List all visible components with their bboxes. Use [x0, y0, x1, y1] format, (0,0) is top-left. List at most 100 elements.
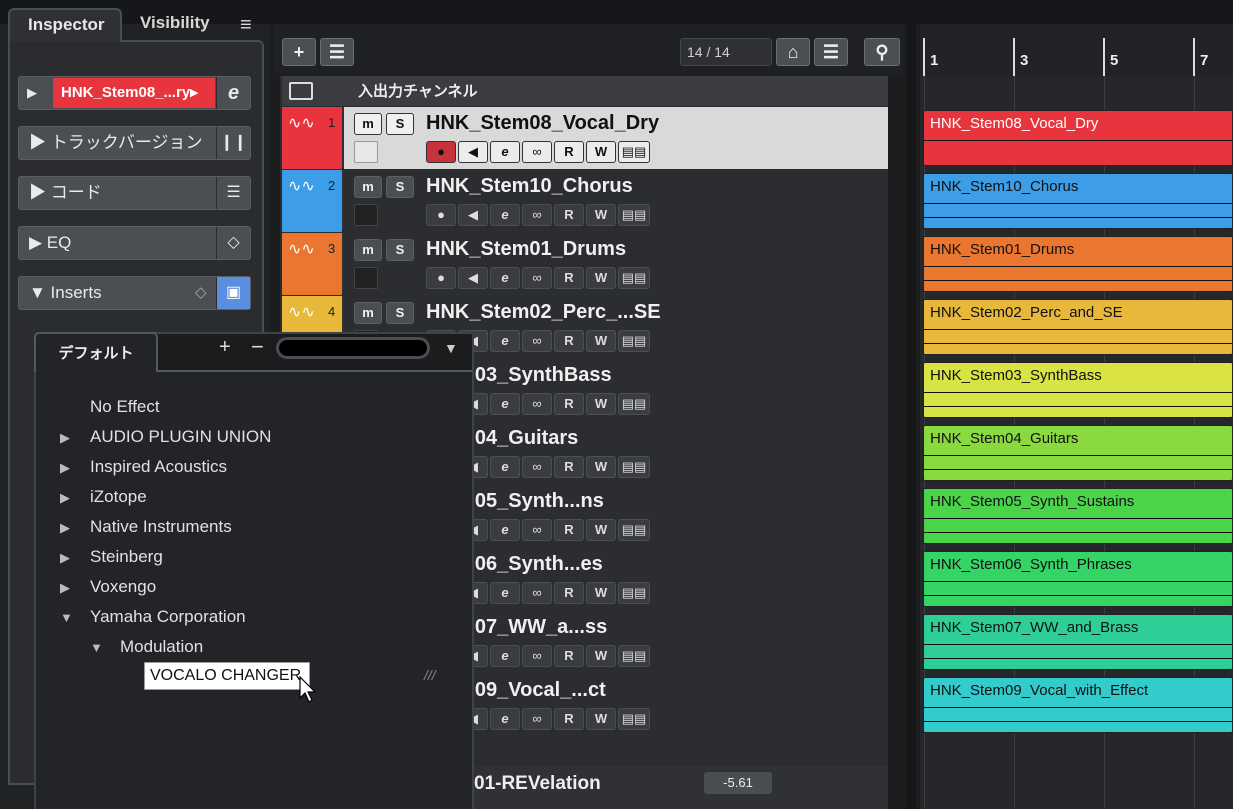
track-name[interactable]: HNK_Stem01_Drums	[426, 238, 626, 261]
edit-channel-button[interactable]: e	[490, 645, 520, 667]
diamond-icon[interactable]: ◇	[195, 277, 207, 309]
audio-event[interactable]: HNK_Stem08_Vocal_Dry	[923, 110, 1233, 166]
read-automation-button[interactable]: R	[554, 393, 584, 415]
write-automation-button[interactable]: W	[586, 519, 616, 541]
collapse-triangle-icon[interactable]: ▼	[60, 610, 73, 625]
edit-channel-button[interactable]: e	[490, 519, 520, 541]
write-automation-button[interactable]: W	[586, 456, 616, 478]
lane-icon[interactable]: ▤▤	[618, 393, 650, 415]
read-automation-button[interactable]: R	[554, 141, 584, 163]
mute-button[interactable]: m	[354, 302, 382, 324]
ruler[interactable]	[920, 24, 1233, 76]
solo-button[interactable]: S	[386, 302, 414, 324]
expand-triangle-icon[interactable]: ▶	[60, 460, 70, 476]
plugin-list-item[interactable]: No Effect	[90, 397, 160, 417]
read-automation-button[interactable]: R	[554, 330, 584, 352]
write-automation-button[interactable]: W	[586, 645, 616, 667]
link-icon[interactable]: ∞	[522, 582, 552, 604]
lane-icon[interactable]: ▤▤	[618, 141, 650, 163]
read-automation-button[interactable]: R	[554, 204, 584, 226]
inserts-bypass-icon[interactable]: ▣	[216, 277, 250, 309]
lane-icon[interactable]: ▤▤	[618, 267, 650, 289]
track-name[interactable]: HNK_Stem10_Chorus	[426, 175, 633, 198]
write-automation-button[interactable]: W	[586, 141, 616, 163]
add-collection-button[interactable]: +	[219, 336, 231, 359]
read-automation-button[interactable]: R	[554, 456, 584, 478]
track-name[interactable]: HNK_Stem08_Vocal_Dry	[426, 112, 659, 135]
edit-channel-button[interactable]: e	[490, 708, 520, 730]
add-track-preset-icon[interactable]: ☰	[320, 38, 354, 66]
edit-channel-button[interactable]: e	[490, 141, 520, 163]
track-row[interactable]: ∿∿ 2 m S HNK_Stem10_Chorus ● ◀ e ∞ R W ▤▤	[282, 170, 888, 232]
track-select-checkbox[interactable]	[354, 204, 378, 226]
solo-button[interactable]: S	[386, 176, 414, 198]
monitor-button[interactable]: ◀	[458, 204, 488, 226]
link-icon[interactable]: ∞	[522, 330, 552, 352]
write-automation-button[interactable]: W	[586, 393, 616, 415]
mute-button[interactable]: m	[354, 239, 382, 261]
audio-event[interactable]: HNK_Stem09_Vocal_with_Effect	[923, 677, 1233, 733]
record-enable-button[interactable]: ●	[426, 204, 456, 226]
read-automation-button[interactable]: R	[554, 582, 584, 604]
fx-track-value[interactable]: -5.61	[704, 772, 772, 794]
link-icon[interactable]: ∞	[522, 204, 552, 226]
inspector-chords-section[interactable]: ▶ コード ☰	[18, 176, 251, 210]
expand-triangle-icon[interactable]: ▶	[27, 77, 37, 109]
tab-inspector[interactable]: Inspector	[8, 8, 122, 42]
audio-event[interactable]: HNK_Stem10_Chorus	[923, 173, 1233, 229]
lane-icon[interactable]: ▤▤	[618, 582, 650, 604]
edit-channel-icon[interactable]: e	[216, 77, 250, 109]
track-versions-icon[interactable]: ❙❙	[216, 127, 250, 159]
mute-button[interactable]: m	[354, 113, 382, 135]
eq-bypass-icon[interactable]: ◇	[216, 227, 250, 259]
lane-icon[interactable]: ▤▤	[618, 330, 650, 352]
plugin-item-selected[interactable]: VOCALO CHANGER	[144, 662, 310, 690]
edit-channel-button[interactable]: e	[490, 330, 520, 352]
lane-icon[interactable]: ▤▤	[618, 708, 650, 730]
plugin-list-item[interactable]: AUDIO PLUGIN UNION	[90, 427, 271, 447]
audio-event[interactable]: HNK_Stem05_Synth_Sustains	[923, 488, 1233, 544]
expand-triangle-icon[interactable]: ▶	[60, 520, 70, 536]
read-automation-button[interactable]: R	[554, 645, 584, 667]
expand-triangle-icon[interactable]: ▶	[60, 430, 70, 446]
tab-default-collection[interactable]: デフォルト	[34, 332, 158, 372]
record-enable-button[interactable]: ●	[426, 267, 456, 289]
track-name[interactable]: HNK_Stem02_Perc_...SE	[426, 301, 661, 324]
link-icon[interactable]: ∞	[522, 456, 552, 478]
collapse-triangle-icon[interactable]: ▼	[90, 640, 103, 655]
inspector-eq-section[interactable]: ▶ EQ ◇	[18, 226, 251, 260]
plugin-list-item[interactable]: Native Instruments	[90, 517, 232, 537]
panel-divider[interactable]	[906, 24, 916, 809]
link-icon[interactable]: ∞	[522, 645, 552, 667]
monitor-button[interactable]: ◀	[458, 267, 488, 289]
plugin-search-input[interactable]	[276, 337, 430, 359]
audio-event[interactable]: HNK_Stem01_Drums	[923, 236, 1233, 292]
track-row[interactable]: ∿∿ 3 m S HNK_Stem01_Drums ● ◀ e ∞ R W ▤▤	[282, 233, 888, 295]
audio-event[interactable]: HNK_Stem02_Perc_and_SE	[923, 299, 1233, 355]
search-icon[interactable]: ⚲	[864, 38, 900, 66]
link-icon[interactable]: ∞	[522, 267, 552, 289]
solo-button[interactable]: S	[386, 113, 414, 135]
write-automation-button[interactable]: W	[586, 267, 616, 289]
audio-event[interactable]: HNK_Stem03_SynthBass	[923, 362, 1233, 418]
chord-settings-icon[interactable]: ☰	[216, 177, 250, 209]
track-row[interactable]: ∿∿ 1 m S HNK_Stem08_Vocal_Dry ● ◀ e ∞ R W ▤▤	[282, 107, 888, 169]
edit-channel-button[interactable]: e	[490, 582, 520, 604]
mute-button[interactable]: m	[354, 176, 382, 198]
plugin-list-item[interactable]: Yamaha Corporation	[90, 607, 246, 627]
menu-icon[interactable]: ≡	[240, 14, 252, 37]
plugin-list-item[interactable]: Steinberg	[90, 547, 163, 567]
audio-event[interactable]: HNK_Stem06_Synth_Phrases	[923, 551, 1233, 607]
lane-icon[interactable]: ▤▤	[618, 456, 650, 478]
write-automation-button[interactable]: W	[586, 330, 616, 352]
read-automation-button[interactable]: R	[554, 267, 584, 289]
link-icon[interactable]: ∞	[522, 519, 552, 541]
link-icon[interactable]: ∞	[522, 393, 552, 415]
plugin-list-item[interactable]: Modulation	[120, 637, 203, 657]
plugin-list-item[interactable]: Inspired Acoustics	[90, 457, 227, 477]
lane-icon[interactable]: ▤▤	[618, 645, 650, 667]
write-automation-button[interactable]: W	[586, 204, 616, 226]
add-track-button[interactable]: +	[282, 38, 316, 66]
link-icon[interactable]: ∞	[522, 141, 552, 163]
plugin-list-item[interactable]: iZotope	[90, 487, 147, 507]
